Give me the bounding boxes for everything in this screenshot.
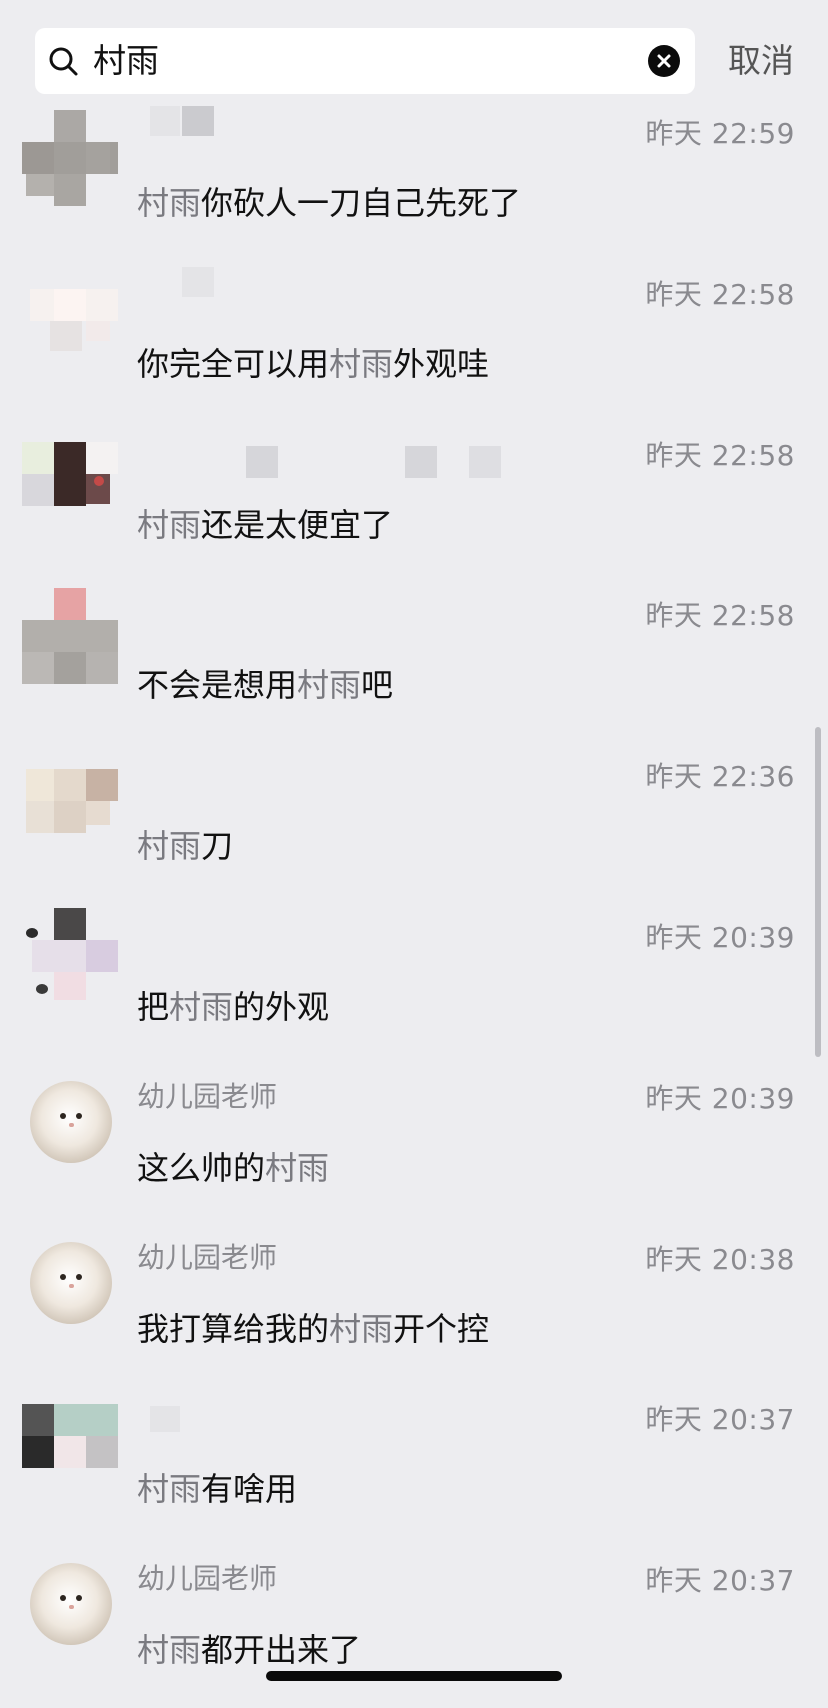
message-text: 这么帅的村雨: [137, 1148, 330, 1187]
list-item[interactable]: 昨天 22:58 不会是想用村雨吧: [0, 582, 828, 743]
keyword-highlight: 村雨: [137, 1470, 202, 1509]
message-text: 村雨还是太便宜了: [137, 505, 394, 544]
sender-name: 幼儿园老师: [137, 1240, 278, 1274]
message-text: 把村雨的外观: [137, 987, 330, 1026]
avatar: [22, 110, 118, 206]
message-text: 村雨你砍人一刀自己先死了: [137, 184, 522, 222]
timestamp: 昨天 20:37: [645, 1564, 795, 1598]
list-item[interactable]: 昨天 20:37 村雨有啥用: [0, 1386, 828, 1547]
name-mosaic: [182, 106, 214, 136]
search-input[interactable]: 村雨: [93, 28, 159, 94]
keyword-highlight: 村雨: [169, 987, 234, 1026]
list-item[interactable]: 昨天 22:58 村雨还是太便宜了: [0, 422, 828, 583]
sender-name: 幼儿园老师: [137, 1562, 278, 1596]
avatar: [22, 588, 118, 685]
name-mosaic: [469, 445, 501, 478]
avatar: [22, 907, 118, 1004]
cancel-button[interactable]: 取消: [728, 28, 794, 94]
timestamp: 昨天 20:37: [645, 1403, 795, 1437]
list-item[interactable]: 昨天 22:59 村雨你砍人一刀自己先死了: [0, 100, 828, 261]
keyword-highlight: 村雨: [265, 1148, 330, 1187]
name-mosaic: [246, 445, 278, 478]
avatar: [22, 441, 118, 538]
name-mosaic: [150, 1406, 180, 1433]
message-text: 我打算给我的村雨开个控: [137, 1309, 490, 1348]
sender-name: 幼儿园老师: [137, 1079, 278, 1113]
message-text: 不会是想用村雨吧: [137, 666, 394, 705]
timestamp: 昨天 22:58: [645, 438, 795, 472]
list-item[interactable]: 幼儿园老师 昨天 20:39 这么帅的村雨: [0, 1065, 828, 1226]
search-icon: [47, 45, 79, 77]
keyword-highlight: 村雨: [297, 666, 362, 705]
avatar: [30, 1080, 112, 1163]
avatar: [22, 1404, 118, 1500]
list-item[interactable]: 幼儿园老师 昨天 20:37 村雨都开出来了: [0, 1547, 828, 1708]
name-mosaic: [150, 106, 180, 136]
timestamp: 昨天 22:59: [645, 117, 795, 150]
search-bar[interactable]: 村雨: [35, 28, 695, 94]
name-mosaic: [405, 445, 437, 478]
keyword-highlight: 村雨: [137, 505, 202, 544]
name-mosaic: [182, 266, 214, 297]
home-indicator[interactable]: [266, 1671, 562, 1681]
avatar: [30, 1241, 112, 1324]
timestamp: 昨天 22:58: [645, 277, 795, 311]
timestamp: 昨天 20:38: [645, 1242, 795, 1276]
list-item[interactable]: 幼儿园老师 昨天 20:38 我打算给我的村雨开个控: [0, 1226, 828, 1387]
timestamp: 昨天 20:39: [645, 920, 795, 954]
timestamp: 昨天 20:39: [645, 1081, 795, 1115]
timestamp: 昨天 22:36: [645, 760, 795, 794]
avatar: [22, 281, 118, 377]
keyword-highlight: 村雨: [137, 184, 202, 222]
list-item[interactable]: 昨天 22:58 你完全可以用村雨外观哇: [0, 261, 828, 422]
scrollbar[interactable]: [815, 727, 821, 1057]
avatar: [30, 1563, 112, 1646]
keyword-highlight: 村雨: [329, 1309, 394, 1348]
message-text: 村雨有啥用: [137, 1470, 298, 1509]
keyword-highlight: 村雨: [137, 1631, 202, 1670]
message-text: 村雨刀: [137, 827, 234, 866]
clear-icon[interactable]: [648, 45, 680, 77]
message-text: 你完全可以用村雨外观哇: [137, 344, 490, 383]
avatar: [22, 769, 118, 865]
message-text: 村雨都开出来了: [137, 1631, 362, 1670]
timestamp: 昨天 22:58: [645, 599, 795, 633]
keyword-highlight: 村雨: [329, 344, 394, 383]
list-item[interactable]: 昨天 20:39 把村雨的外观: [0, 904, 828, 1065]
keyword-highlight: 村雨: [137, 827, 202, 866]
search-results-list: 昨天 22:59 村雨你砍人一刀自己先死了 昨天 22:58 你完全可以用村雨外…: [0, 100, 828, 1708]
list-item[interactable]: 昨天 22:36 村雨刀: [0, 743, 828, 904]
